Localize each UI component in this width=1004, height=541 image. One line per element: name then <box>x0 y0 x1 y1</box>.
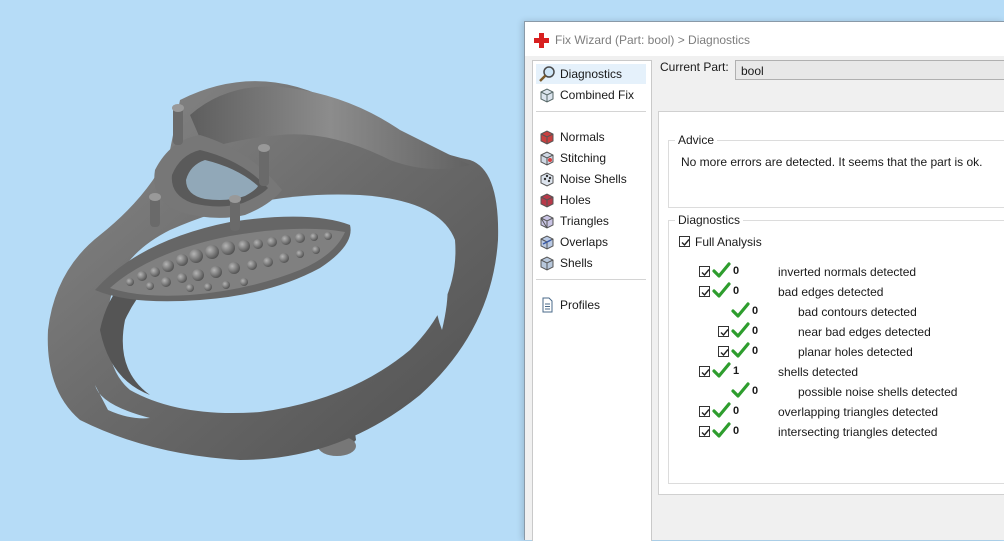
bad-edges-checkbox[interactable] <box>699 286 710 297</box>
green-check-icon <box>712 422 731 438</box>
nav-item-label: Triangles <box>560 214 609 228</box>
green-check-icon <box>712 282 731 298</box>
nav-item-label: Normals <box>560 130 605 144</box>
overlapping-triangles-label: overlapping triangles detected <box>778 405 939 419</box>
current-part-field[interactable]: bool <box>735 60 1004 80</box>
checkmark-icon <box>701 409 710 417</box>
stitching-cube-icon <box>540 151 554 166</box>
bad-edges-label: bad edges detected <box>778 285 884 299</box>
nav-item-label: Noise Shells <box>560 172 627 186</box>
overlaps-cube-icon <box>540 235 554 250</box>
shells-count: 1 <box>733 365 740 377</box>
nav-item-label: Diagnostics <box>560 67 623 81</box>
noise-shells-label: possible noise shells detected <box>798 385 958 399</box>
checkmark-icon <box>720 349 729 357</box>
checkmark-icon <box>681 239 690 247</box>
near-bad-edges-label: near bad edges detected <box>798 325 931 339</box>
checkmark-icon <box>701 369 710 377</box>
overlapping-triangles-count: 0 <box>733 405 740 417</box>
green-check-icon <box>712 262 731 278</box>
fix-wizard-dialog: Fix Wizard (Part: bool) > Diagnostics Di… <box>524 21 1004 541</box>
red-cross-icon <box>534 33 549 48</box>
overlapping-triangles-checkbox[interactable] <box>699 406 710 417</box>
near-bad-edges-count: 0 <box>752 325 759 337</box>
ring-model <box>47 81 499 461</box>
intersecting-triangles-checkbox[interactable] <box>699 426 710 437</box>
nav-item-triangles[interactable]: Triangles <box>536 211 646 231</box>
wizard-nav-list: Diagnostics Combined Fix Normals Stitchi… <box>532 60 652 541</box>
green-check-icon <box>731 322 750 338</box>
checkmark-icon <box>720 329 729 337</box>
document-icon <box>542 297 553 313</box>
full-analysis-label: Full Analysis <box>695 235 762 249</box>
3d-viewport[interactable] <box>0 0 525 539</box>
nav-item-diagnostics[interactable]: Diagnostics <box>536 64 646 84</box>
current-part-label: Current Part: <box>660 60 729 74</box>
advice-text: No more errors are detected. It seems th… <box>681 155 983 169</box>
nav-item-noise-shells[interactable]: Noise Shells <box>536 169 646 189</box>
window-title: Fix Wizard (Part: bool) > Diagnostics <box>555 33 751 47</box>
triangles-cube-icon <box>540 214 554 229</box>
diagnostics-panel: Advice No more errors are detected. It s… <box>658 111 1004 495</box>
bad-edges-count: 0 <box>733 285 740 297</box>
nav-item-label: Holes <box>560 193 591 207</box>
nav-item-overlaps[interactable]: Overlaps <box>536 232 646 252</box>
nav-item-profiles[interactable]: Profiles <box>536 295 646 315</box>
intersecting-triangles-label: intersecting triangles detected <box>778 425 938 439</box>
shells-checkbox[interactable] <box>699 366 710 377</box>
checkmark-icon <box>701 429 710 437</box>
bad-contours-count: 0 <box>752 305 759 317</box>
nav-item-label: Profiles <box>560 298 601 312</box>
nav-item-combined-fix[interactable]: Combined Fix <box>536 85 646 105</box>
inverted-normals-count: 0 <box>733 265 740 277</box>
nav-item-shells[interactable]: Shells <box>536 253 646 273</box>
nav-item-label: Overlaps <box>560 235 609 249</box>
nav-item-holes[interactable]: Holes <box>536 190 646 210</box>
nav-item-label: Stitching <box>560 151 607 165</box>
checkmark-icon <box>701 289 710 297</box>
nav-separator <box>536 111 646 112</box>
holes-cube-icon <box>540 193 554 208</box>
green-check-icon <box>712 362 731 378</box>
shells-cube-icon <box>540 256 554 271</box>
green-check-icon <box>712 402 731 418</box>
nav-item-normals[interactable]: Normals <box>536 127 646 147</box>
nav-separator <box>536 279 646 280</box>
advice-title: Advice <box>675 133 718 147</box>
diagnostics-title: Diagnostics <box>675 213 744 227</box>
noise-shells-count: 0 <box>752 385 759 397</box>
noise-shells-icon <box>540 172 554 187</box>
shells-label: shells detected <box>778 365 859 379</box>
full-analysis-checkbox[interactable] <box>679 236 690 247</box>
bad-contours-label: bad contours detected <box>798 305 917 319</box>
inverted-normals-label: inverted normals detected <box>778 265 917 279</box>
green-check-icon <box>731 342 750 358</box>
planar-holes-checkbox[interactable] <box>718 346 729 357</box>
cube-stack-icon <box>540 88 554 103</box>
diagnostics-group: Diagnostics Full Analysis 0 inverted nor… <box>668 213 1004 484</box>
nav-item-label: Combined Fix <box>560 88 635 102</box>
title-bar[interactable]: Fix Wizard (Part: bool) > Diagnostics <box>525 22 1004 56</box>
normals-cube-icon <box>540 130 554 145</box>
green-check-icon <box>731 302 750 318</box>
nav-item-stitching[interactable]: Stitching <box>536 148 646 168</box>
planar-holes-count: 0 <box>752 345 759 357</box>
near-bad-edges-checkbox[interactable] <box>718 326 729 337</box>
green-check-icon <box>731 382 750 398</box>
advice-group: Advice No more errors are detected. It s… <box>668 133 1004 208</box>
checkmark-icon <box>701 269 710 277</box>
intersecting-triangles-count: 0 <box>733 425 740 437</box>
nav-item-label: Shells <box>560 256 593 270</box>
magnifier-icon <box>539 66 555 82</box>
planar-holes-label: planar holes detected <box>798 345 913 359</box>
dialog-content: Diagnostics Combined Fix Normals Stitchi… <box>525 56 1004 541</box>
inverted-normals-checkbox[interactable] <box>699 266 710 277</box>
